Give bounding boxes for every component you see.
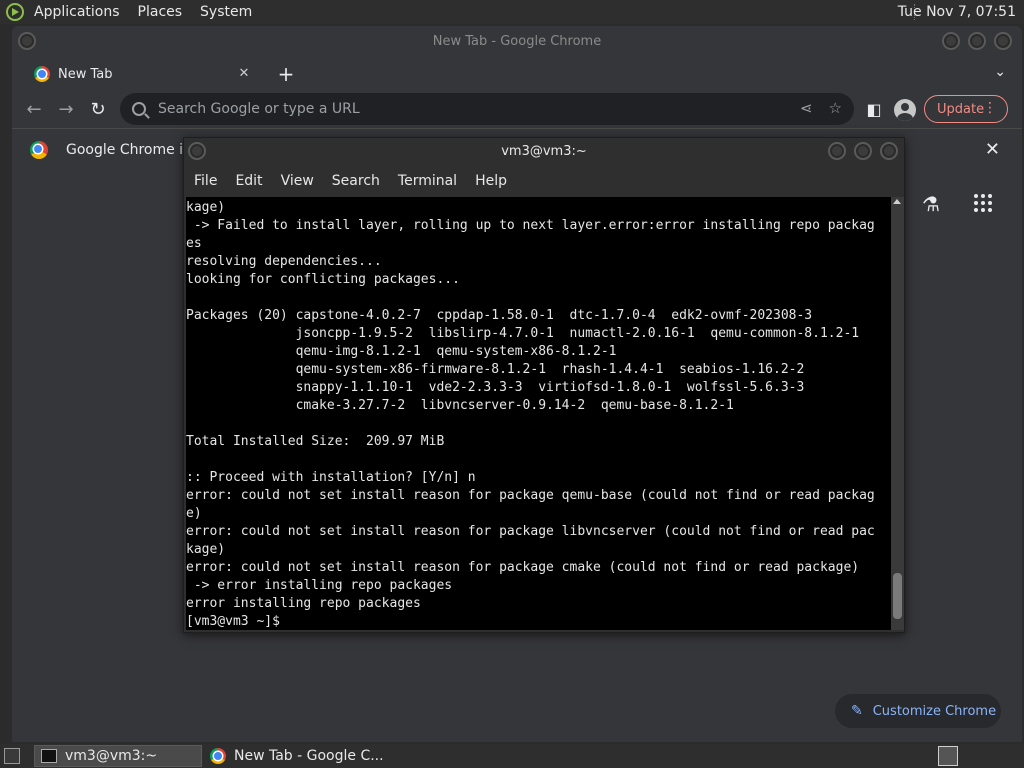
bottom-taskbar: vm3@vm3:~ New Tab - Google C... (0, 744, 1024, 768)
share-icon[interactable]: ⋖ (800, 99, 813, 117)
tab-title: New Tab (58, 66, 113, 82)
terminal-menu-help[interactable]: Help (475, 173, 507, 189)
labs-flask-icon[interactable]: ⚗ (922, 192, 946, 216)
terminal-window-menu-icon[interactable] (188, 142, 206, 160)
show-desktop-icon[interactable] (4, 748, 20, 764)
tab-new-tab[interactable]: New Tab ✕ (22, 58, 254, 90)
terminal-titlebar[interactable]: vm3@vm3:~ (184, 138, 904, 166)
search-icon (132, 102, 146, 116)
new-tab-button[interactable]: + (274, 62, 298, 86)
window-menu-icon[interactable] (18, 32, 36, 50)
top-panel: Applications Places System Tue Nov 7, 07… (0, 0, 1024, 24)
tab-strip: New Tab ✕ + ⌄ (12, 58, 1022, 90)
chrome-titlebar[interactable]: New Tab - Google Chrome (12, 26, 1022, 58)
taskbar-chrome-label: New Tab - Google C... (234, 748, 384, 764)
terminal-minimize-icon[interactable] (828, 142, 846, 160)
scrollbar-thumb[interactable] (893, 573, 902, 619)
chrome-toolbar: ← → ↻ Search Google or type a URL ⋖ ☆ ◧ … (12, 90, 1022, 128)
chrome-favicon-icon (34, 66, 50, 82)
kebab-menu-icon[interactable]: ⋮ (983, 100, 997, 116)
close-icon[interactable] (994, 32, 1012, 50)
omnibox-placeholder: Search Google or type a URL (158, 101, 360, 117)
infobar-close-icon[interactable]: ✕ (985, 139, 1000, 160)
terminal-text: kage) -> Failed to install layer, rollin… (186, 200, 875, 629)
update-label: Update (937, 101, 985, 117)
apps-grid-icon[interactable] (974, 194, 992, 212)
terminal-maximize-icon[interactable] (854, 142, 872, 160)
reload-icon[interactable]: ↻ (86, 98, 110, 122)
infobar-text: Google Chrome isn (66, 141, 200, 158)
forward-arrow-icon[interactable]: → (54, 98, 78, 122)
omnibox[interactable]: Search Google or type a URL ⋖ ☆ (120, 93, 854, 125)
customize-label: Customize Chrome (872, 703, 997, 719)
terminal-scrollbar[interactable] (891, 197, 904, 630)
chrome-logo-icon (30, 140, 48, 159)
side-panel-icon[interactable]: ◧ (862, 98, 886, 122)
taskbar-terminal-label: vm3@vm3:~ (65, 748, 158, 764)
workspace-switcher[interactable] (938, 746, 958, 766)
taskbar-item-chrome[interactable]: New Tab - Google C... (204, 745, 394, 767)
terminal-icon (41, 749, 57, 763)
maximize-icon[interactable] (968, 32, 986, 50)
profile-avatar-icon[interactable] (894, 99, 916, 121)
terminal-menu-view[interactable]: View (281, 173, 314, 189)
menu-system[interactable]: System (200, 4, 252, 20)
terminal-title: vm3@vm3:~ (501, 144, 587, 159)
taskbar-item-terminal[interactable]: vm3@vm3:~ (34, 745, 202, 767)
terminal-window: vm3@vm3:~ File Edit View Search Terminal… (183, 137, 905, 633)
distro-logo-icon[interactable] (6, 3, 24, 21)
terminal-close-icon[interactable] (880, 142, 898, 160)
scroll-up-arrow-icon[interactable] (893, 199, 901, 204)
tab-close-icon[interactable]: ✕ (234, 64, 254, 84)
terminal-menu-terminal[interactable]: Terminal (398, 173, 457, 189)
clock[interactable]: Tue Nov 7, 07:51 (898, 4, 1016, 20)
pencil-icon: ✎ (851, 703, 863, 719)
terminal-menu-file[interactable]: File (194, 173, 217, 189)
minimize-icon[interactable] (942, 32, 960, 50)
terminal-menu-edit[interactable]: Edit (235, 173, 262, 189)
terminal-output[interactable]: kage) -> Failed to install layer, rollin… (186, 197, 891, 630)
customize-chrome-button[interactable]: ✎ Customize Chrome (835, 694, 1001, 728)
update-button[interactable]: Update ⋮ (924, 95, 1008, 123)
terminal-menu-search[interactable]: Search (332, 173, 380, 189)
terminal-menubar: File Edit View Search Terminal Help (184, 166, 904, 196)
menu-places[interactable]: Places (138, 4, 183, 20)
back-arrow-icon[interactable]: ← (22, 98, 46, 122)
chrome-taskbar-icon (210, 748, 226, 764)
menu-applications[interactable]: Applications (34, 4, 120, 20)
chrome-window-title: New Tab - Google Chrome (432, 34, 602, 49)
tab-search-chevron-icon[interactable]: ⌄ (994, 64, 1006, 80)
bookmark-star-icon[interactable]: ☆ (829, 99, 842, 117)
